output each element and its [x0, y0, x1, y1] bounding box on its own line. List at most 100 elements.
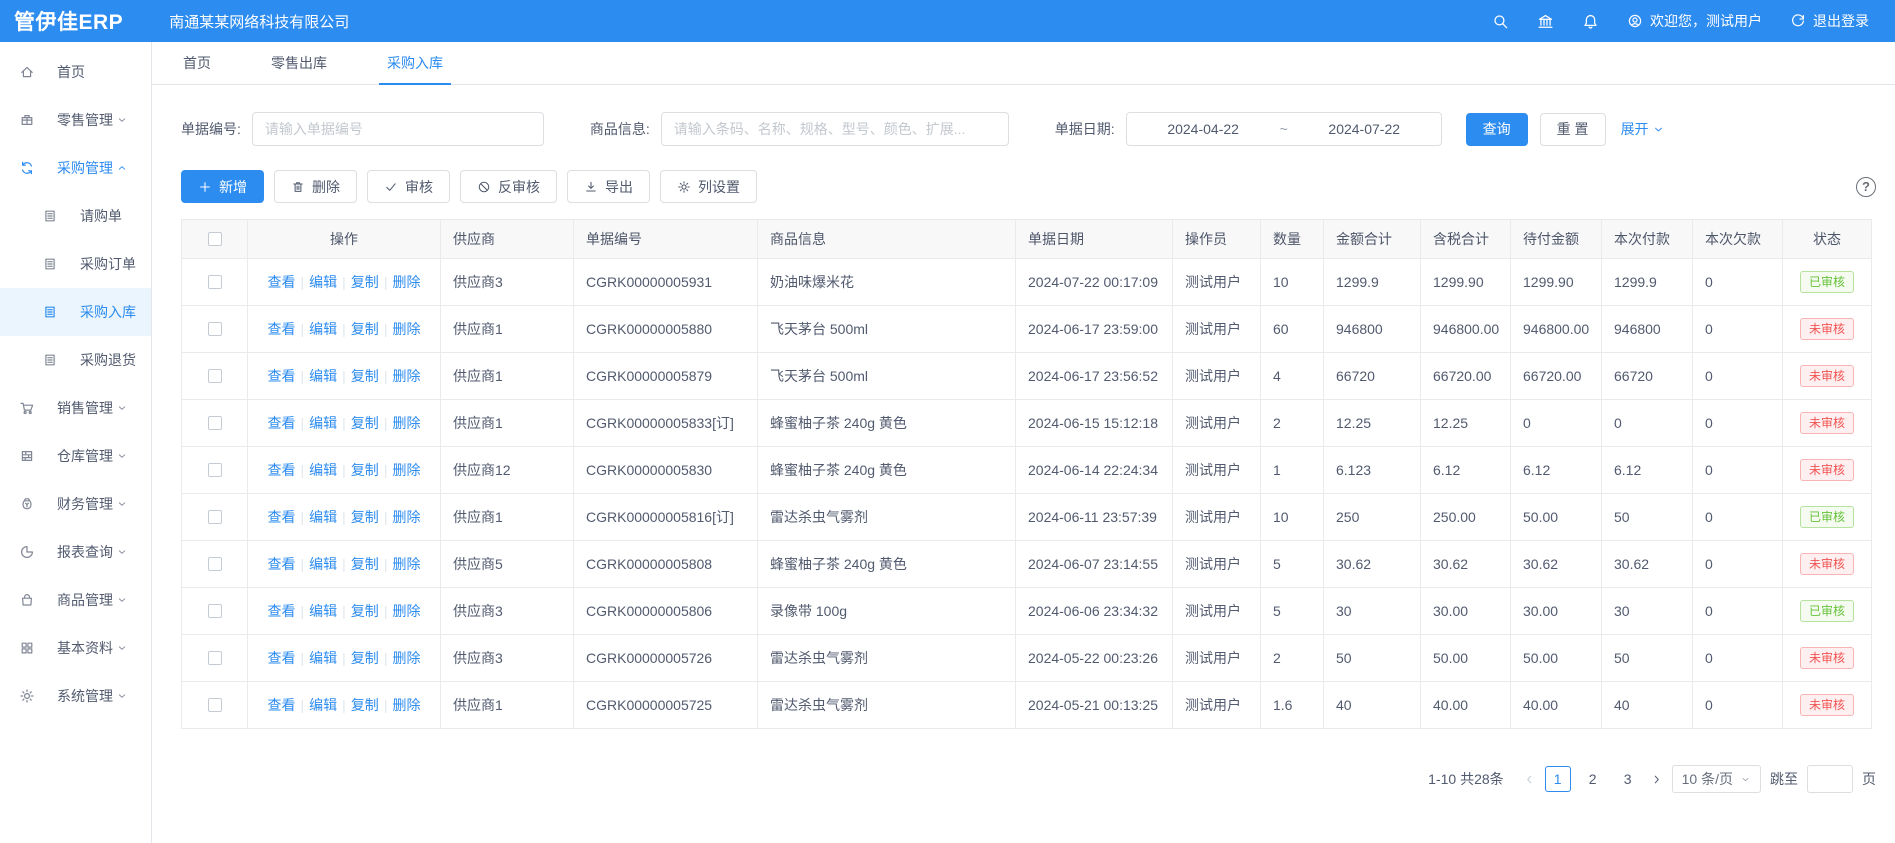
action-delete-link[interactable]: 删除 [392, 603, 420, 619]
sidebar-item-basic-data[interactable]: 基本资料 [0, 624, 151, 672]
action-edit-link[interactable]: 编辑 [309, 650, 337, 666]
action-view-link[interactable]: 查看 [268, 462, 296, 478]
add-button[interactable]: 新增 [181, 170, 264, 203]
row-checkbox[interactable] [208, 698, 222, 712]
action-view-link[interactable]: 查看 [268, 556, 296, 572]
chevron-down-icon [116, 450, 139, 462]
tab-purchase-inbound[interactable]: 采购入库 [387, 42, 443, 84]
action-copy-link[interactable]: 复制 [351, 603, 379, 619]
tab-home[interactable]: 首页 [183, 42, 211, 84]
action-edit-link[interactable]: 编辑 [309, 368, 337, 384]
action-edit-link[interactable]: 编辑 [309, 603, 337, 619]
action-copy-link[interactable]: 复制 [351, 415, 379, 431]
action-delete-link[interactable]: 删除 [392, 556, 420, 572]
chevron-down-icon [116, 690, 139, 702]
row-checkbox[interactable] [208, 604, 222, 618]
date-range-input[interactable]: 2024-04-22 ~ 2024-07-22 [1126, 112, 1442, 146]
action-copy-link[interactable]: 复制 [351, 556, 379, 572]
row-checkbox[interactable] [208, 369, 222, 383]
sidebar-item-purchase-order[interactable]: 采购订单 [0, 240, 151, 288]
action-edit-link[interactable]: 编辑 [309, 321, 337, 337]
order-no-input[interactable] [252, 112, 544, 146]
row-checkbox[interactable] [208, 510, 222, 524]
action-delete-link[interactable]: 删除 [392, 321, 420, 337]
action-view-link[interactable]: 查看 [268, 509, 296, 525]
action-copy-link[interactable]: 复制 [351, 509, 379, 525]
sidebar-item-sales-mgmt[interactable]: 销售管理 [0, 384, 151, 432]
search-button[interactable]: 查询 [1466, 113, 1528, 146]
action-view-link[interactable]: 查看 [268, 274, 296, 290]
product-info-input[interactable] [661, 112, 1009, 146]
action-view-link[interactable]: 查看 [268, 321, 296, 337]
select-all-checkbox[interactable] [208, 232, 222, 246]
welcome-user[interactable]: 欢迎您，测试用户 [1627, 11, 1762, 31]
sidebar-item-purchase-request[interactable]: 请购单 [0, 192, 151, 240]
help-icon[interactable]: ? [1856, 177, 1876, 197]
action-edit-link[interactable]: 编辑 [309, 556, 337, 572]
export-button[interactable]: 导出 [567, 170, 650, 203]
page-size-select[interactable]: 10 条/页 [1672, 765, 1761, 793]
bell-icon[interactable] [1582, 13, 1599, 30]
col-operator: 测试用户 [1173, 353, 1261, 400]
action-copy-link[interactable]: 复制 [351, 650, 379, 666]
action-view-link[interactable]: 查看 [268, 697, 296, 713]
action-copy-link[interactable]: 复制 [351, 697, 379, 713]
audit-button[interactable]: 审核 [367, 170, 450, 203]
date-from-value[interactable]: 2024-04-22 [1167, 121, 1239, 137]
action-view-link[interactable]: 查看 [268, 415, 296, 431]
action-view-link[interactable]: 查看 [268, 368, 296, 384]
row-checkbox[interactable] [208, 651, 222, 665]
tab-retail-outbound[interactable]: 零售出库 [271, 42, 327, 84]
action-edit-link[interactable]: 编辑 [309, 462, 337, 478]
action-delete-link[interactable]: 删除 [392, 462, 420, 478]
action-edit-link[interactable]: 编辑 [309, 697, 337, 713]
row-checkbox[interactable] [208, 275, 222, 289]
sidebar-item-home[interactable]: 首页 [0, 48, 151, 96]
sidebar-item-purchase-inbound[interactable]: 采购入库 [0, 288, 151, 336]
sidebar-item-purchase-mgmt[interactable]: 采购管理 [0, 144, 151, 192]
jump-page-input[interactable] [1807, 765, 1853, 793]
sidebar-item-warehouse-mgmt[interactable]: 仓库管理 [0, 432, 151, 480]
action-delete-link[interactable]: 删除 [392, 368, 420, 384]
page-button-1[interactable]: 1 [1545, 766, 1571, 792]
action-delete-link[interactable]: 删除 [392, 697, 420, 713]
action-copy-link[interactable]: 复制 [351, 321, 379, 337]
unaudit-button[interactable]: 反审核 [460, 170, 557, 203]
sidebar-item-system-mgmt[interactable]: 系统管理 [0, 672, 151, 720]
row-checkbox[interactable] [208, 557, 222, 571]
sidebar-item-report-query[interactable]: 报表查询 [0, 528, 151, 576]
main-area: 首页 零售出库 采购入库 单据编号: 商品信息: 单据日期: 2024-04-2… [152, 42, 1895, 843]
action-delete-link[interactable]: 删除 [392, 274, 420, 290]
sidebar-item-retail-mgmt[interactable]: 零售管理 [0, 96, 151, 144]
logout-button[interactable]: 退出登录 [1790, 11, 1869, 31]
action-delete-link[interactable]: 删除 [392, 415, 420, 431]
action-copy-link[interactable]: 复制 [351, 368, 379, 384]
sidebar-item-finance-mgmt[interactable]: 财务管理 [0, 480, 151, 528]
row-checkbox[interactable] [208, 416, 222, 430]
prev-page-icon[interactable] [1523, 773, 1536, 786]
date-to-value[interactable]: 2024-07-22 [1328, 121, 1400, 137]
action-view-link[interactable]: 查看 [268, 650, 296, 666]
action-edit-link[interactable]: 编辑 [309, 274, 337, 290]
action-view-link[interactable]: 查看 [268, 603, 296, 619]
column-settings-button[interactable]: 列设置 [660, 170, 757, 203]
row-checkbox[interactable] [208, 463, 222, 477]
expand-link[interactable]: 展开 [1621, 119, 1665, 139]
col-product: 蜂蜜柚子茶 240g 黄色 [758, 400, 1016, 447]
page-button-3[interactable]: 3 [1615, 766, 1641, 792]
next-page-icon[interactable] [1650, 773, 1663, 786]
action-copy-link[interactable]: 复制 [351, 462, 379, 478]
action-copy-link[interactable]: 复制 [351, 274, 379, 290]
bank-icon[interactable] [1537, 13, 1554, 30]
sidebar-item-purchase-return[interactable]: 采购退货 [0, 336, 151, 384]
search-icon[interactable] [1492, 13, 1509, 30]
sidebar-item-goods-mgmt[interactable]: 商品管理 [0, 576, 151, 624]
row-checkbox[interactable] [208, 322, 222, 336]
action-edit-link[interactable]: 编辑 [309, 509, 337, 525]
delete-button[interactable]: 删除 [274, 170, 357, 203]
action-edit-link[interactable]: 编辑 [309, 415, 337, 431]
action-delete-link[interactable]: 删除 [392, 650, 420, 666]
reset-button[interactable]: 重 置 [1540, 113, 1606, 146]
page-button-2[interactable]: 2 [1580, 766, 1606, 792]
action-delete-link[interactable]: 删除 [392, 509, 420, 525]
